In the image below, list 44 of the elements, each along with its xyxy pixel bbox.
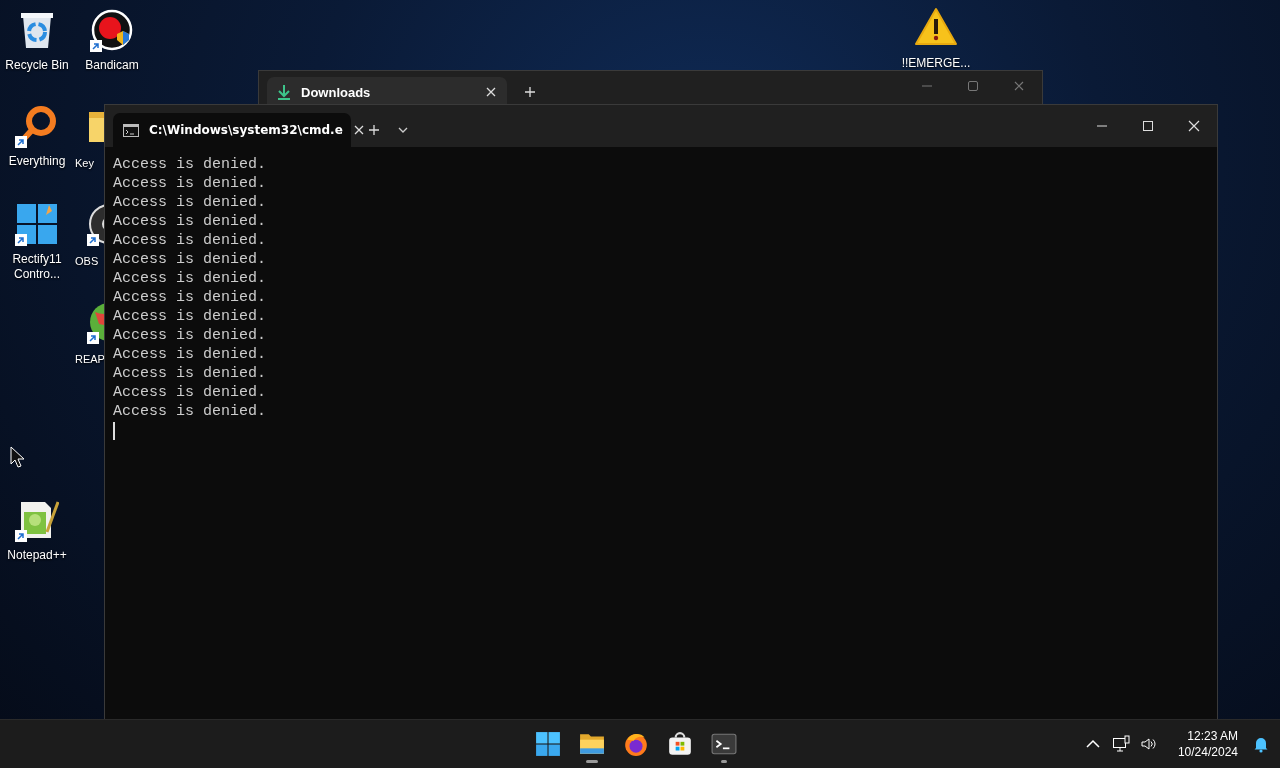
console-line: Access is denied.	[113, 155, 268, 174]
plus-icon[interactable]	[524, 86, 536, 98]
icon-label: Notepad++	[7, 548, 67, 563]
text-cursor	[113, 422, 115, 440]
browser-tab[interactable]: Downloads	[267, 77, 507, 107]
console-line: Access is denied.	[113, 212, 268, 231]
console-icon	[123, 123, 139, 137]
plus-icon[interactable]	[368, 124, 380, 136]
icon-label: OBS	[75, 254, 99, 269]
bell-icon[interactable]	[1252, 735, 1270, 753]
icon-label: !!EMERGE...	[901, 56, 971, 71]
network-icon[interactable]	[1111, 735, 1130, 753]
console-line: Access is denied.	[113, 326, 268, 345]
console-line: Access is denied.	[113, 174, 268, 193]
icon-label: Rectify11 Contro...	[11, 252, 63, 282]
console-line: Access is denied.	[113, 307, 268, 326]
folder-icon[interactable]	[579, 731, 605, 757]
chevron-down-icon[interactable]	[398, 127, 408, 133]
volume-icon[interactable]	[1139, 735, 1158, 753]
console-line: Access is denied.	[113, 402, 268, 421]
record-icon[interactable]	[90, 8, 134, 52]
console-line: Access is denied.	[113, 193, 268, 212]
console-line: Access is denied.	[113, 345, 268, 364]
clock-date[interactable]: 10/24/2024	[1177, 744, 1238, 760]
clock-time[interactable]: 12:23 AM	[1187, 728, 1238, 744]
window-grid-icon[interactable]	[15, 202, 59, 246]
fox-globe-icon[interactable]	[623, 731, 649, 757]
console-line: Access is denied.	[113, 288, 268, 307]
terminal-icon[interactable]	[711, 731, 737, 757]
start-icon[interactable]	[535, 731, 561, 757]
icon-label: REAP	[75, 352, 105, 367]
shopping-bag-icon[interactable]	[667, 731, 693, 757]
console-line: Access is denied.	[113, 231, 268, 250]
icon-label: Recycle Bin	[5, 58, 69, 73]
console-line: Access is denied.	[113, 250, 268, 269]
icon-label: Everything	[8, 154, 66, 169]
icon-label: Bandicam	[85, 58, 139, 73]
console-line: Access is denied.	[113, 364, 268, 383]
close-icon[interactable]	[352, 124, 365, 136]
cursor-icon	[10, 446, 26, 468]
icon-label: Key	[75, 156, 94, 171]
download-icon	[277, 84, 291, 100]
console-line: Access is denied.	[113, 383, 268, 402]
console-line: Access is denied.	[113, 269, 268, 288]
